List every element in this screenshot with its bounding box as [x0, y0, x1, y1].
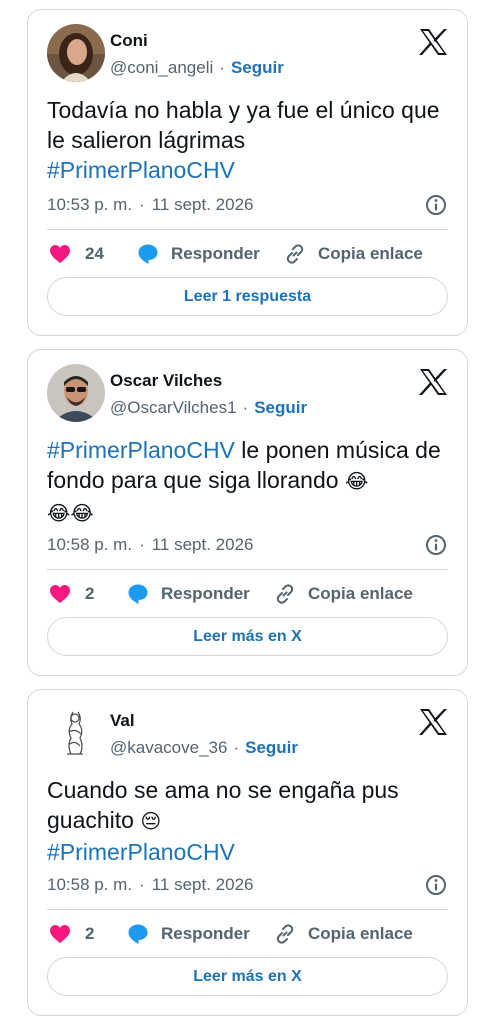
user-block: Coni @coni_angeli · Seguir: [110, 30, 284, 79]
copy-link-label: Copia enlace: [318, 244, 423, 263]
reply-label: Responder: [161, 924, 250, 943]
reply-button[interactable]: Responder: [137, 241, 260, 267]
read-replies-button[interactable]: Leer 1 respuesta: [47, 277, 448, 316]
pensive-emoji: 😔: [140, 811, 162, 833]
copy-link-button[interactable]: Copia enlace: [274, 921, 413, 947]
tweet-actions: 2 Responder Copia enlace: [47, 581, 448, 607]
avatar[interactable]: [47, 704, 105, 762]
user-handle[interactable]: @OscarVilches1: [110, 398, 237, 417]
follow-button[interactable]: Seguir: [231, 58, 284, 77]
tweet-timestamp[interactable]: 10:58 p. m. · 11 sept. 2026: [47, 533, 448, 557]
link-icon: [276, 924, 294, 944]
tweet-card: Val @kavacove_36 · Seguir Cuando se ama no…: [27, 689, 468, 1016]
tweet-text: Cuando se ama no se engaña pus guachito …: [47, 775, 451, 867]
x-logo-icon[interactable]: [418, 368, 448, 396]
separator-dot: ·: [139, 535, 145, 554]
info-icon[interactable]: [424, 533, 448, 557]
reply-label: Responder: [161, 584, 250, 603]
separator-dot: ·: [139, 195, 145, 214]
tweet-card: Coni @coni_angeli · Seguir Todavía no habl…: [27, 9, 468, 336]
like-button[interactable]: 2: [49, 921, 94, 947]
tweet-header: Coni @coni_angeli · Seguir: [47, 24, 448, 84]
tweet-time: 10:53 p. m.: [47, 195, 133, 214]
laughing-emoji-pair: 😂😂: [47, 503, 94, 525]
like-count: 2: [85, 924, 95, 943]
reply-label: Responder: [171, 244, 260, 263]
reply-bubble-icon: [138, 244, 158, 264]
copy-link-button[interactable]: Copia enlace: [284, 241, 423, 267]
hashtag-link[interactable]: #PrimerPlanoCHV: [47, 157, 235, 183]
user-block: Oscar Vilches @OscarVilches1 · Seguir: [110, 370, 307, 419]
separator-dot: ·: [219, 58, 225, 77]
handle-row: @kavacove_36 · Seguir: [110, 737, 298, 759]
x-logo-icon[interactable]: [418, 28, 448, 56]
user-block: Val @kavacove_36 · Seguir: [110, 710, 298, 759]
divider: [47, 569, 448, 570]
copy-link-label: Copia enlace: [308, 924, 413, 943]
separator-dot: ·: [139, 875, 145, 894]
tweet-date: 11 sept. 2026: [151, 535, 254, 554]
divider: [47, 229, 448, 230]
link-icon: [286, 244, 304, 264]
reply-bubble-icon: [128, 584, 148, 604]
divider: [47, 909, 448, 910]
embedded-tweets-feed: Coni @coni_angeli · Seguir Todavía no habl…: [0, 0, 496, 1024]
separator-dot: ·: [242, 398, 249, 417]
reply-button[interactable]: Responder: [127, 921, 250, 947]
x-logo-icon[interactable]: [418, 708, 448, 736]
read-more-on-x-button[interactable]: Leer más en X: [47, 957, 448, 996]
avatar[interactable]: [47, 24, 105, 82]
laughing-emoji: 😂: [344, 471, 369, 493]
user-handle[interactable]: @coni_angeli: [110, 58, 213, 77]
copy-link-label: Copia enlace: [308, 584, 413, 603]
user-handle[interactable]: @kavacove_36: [110, 738, 227, 757]
info-icon[interactable]: [424, 193, 448, 217]
hashtag-link[interactable]: #PrimerPlanoCHV: [47, 839, 235, 865]
tweet-timestamp[interactable]: 10:53 p. m. · 11 sept. 2026: [47, 193, 448, 217]
follow-button[interactable]: Seguir: [245, 738, 298, 757]
tweet-date: 11 sept. 2026: [151, 875, 254, 894]
copy-link-button[interactable]: Copia enlace: [274, 581, 413, 607]
tweet-text: #PrimerPlanoCHV le ponen música de fondo…: [47, 435, 451, 529]
display-name[interactable]: Coni: [110, 30, 284, 52]
follow-button[interactable]: Seguir: [254, 398, 307, 417]
display-name[interactable]: Val: [110, 710, 298, 732]
like-button[interactable]: 2: [49, 581, 94, 607]
heart-icon: [50, 245, 70, 263]
display-name[interactable]: Oscar Vilches: [110, 370, 307, 392]
tweet-body: Cuando se ama no se engaña pus guachito: [47, 777, 399, 833]
hashtag-link[interactable]: #PrimerPlanoCHV: [47, 437, 235, 463]
link-icon: [276, 584, 294, 604]
tweet-actions: 2 Responder Copia enlace: [47, 921, 448, 947]
avatar[interactable]: [47, 364, 105, 422]
handle-row: @coni_angeli · Seguir: [110, 57, 284, 79]
reply-bubble-icon: [128, 924, 148, 944]
tweet-header: Val @kavacove_36 · Seguir: [47, 704, 448, 764]
tweet-time: 10:58 p. m.: [47, 875, 133, 894]
tweet-time: 10:58 p. m.: [47, 535, 133, 554]
heart-icon: [50, 925, 70, 943]
tweet-timestamp[interactable]: 10:58 p. m. · 11 sept. 2026: [47, 873, 448, 897]
tweet-text: Todavía no habla y ya fue el único que l…: [47, 95, 451, 185]
heart-icon: [50, 585, 70, 603]
tweet-card: Oscar Vilches @OscarVilches1 · Seguir #Pri…: [27, 349, 468, 676]
tweet-date: 11 sept. 2026: [151, 195, 254, 214]
handle-row: @OscarVilches1 · Seguir: [110, 397, 307, 419]
read-more-on-x-button[interactable]: Leer más en X: [47, 617, 448, 656]
tweet-header: Oscar Vilches @OscarVilches1 · Seguir: [47, 364, 448, 424]
info-icon[interactable]: [424, 873, 448, 897]
like-count: 24: [85, 244, 104, 263]
reply-button[interactable]: Responder: [127, 581, 250, 607]
like-button[interactable]: 24: [49, 241, 104, 267]
tweet-body: Todavía no habla y ya fue el único que l…: [47, 97, 440, 153]
like-count: 2: [85, 584, 95, 603]
separator-dot: ·: [233, 738, 240, 757]
tweet-actions: 24 Responder Copia enlace: [47, 241, 448, 267]
